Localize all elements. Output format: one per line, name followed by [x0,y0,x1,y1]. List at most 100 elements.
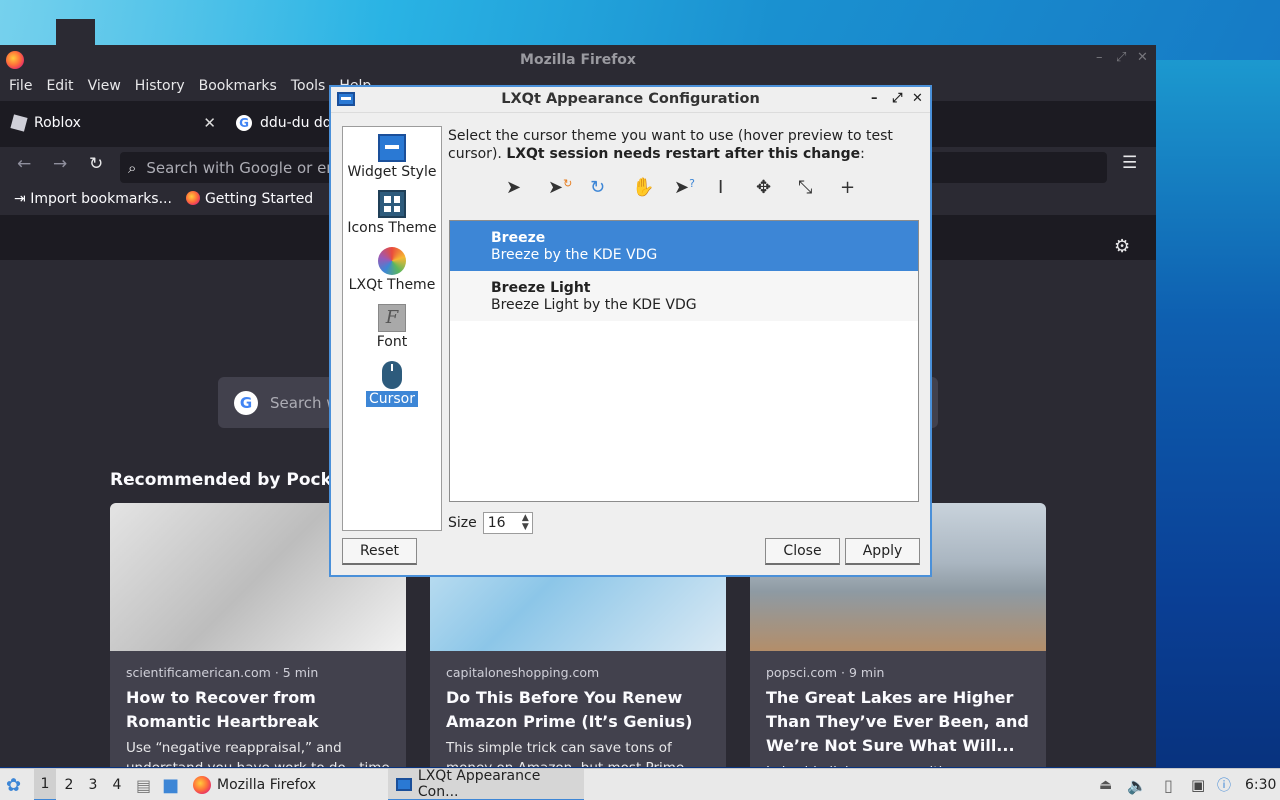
sidebar-item-lxqt-theme[interactable]: LXQt Theme [343,247,441,293]
taskbar-app-label: LXQt Appearance Con... [417,768,541,800]
settings-gear-icon[interactable]: ⚙ [1114,236,1130,257]
card-source: popsci.com · 9 min [766,665,885,680]
menu-tools[interactable]: Tools [284,75,333,101]
hamburger-menu-icon[interactable]: ☰ [1122,153,1137,173]
tab-roblox[interactable]: Roblox ✕ [6,103,220,143]
roblox-icon [10,114,28,132]
hand-cursor-icon[interactable]: ✋ [632,177,654,198]
eject-icon[interactable]: ⏏ [1099,769,1112,800]
size-value: 16 [487,515,506,531]
apply-button[interactable]: Apply [845,538,920,565]
sidebar-item-label: LXQt Theme [348,277,436,293]
import-bookmarks-label: Import bookmarks... [30,191,172,207]
size-label: Size [448,515,477,531]
taskbar-app-label: Mozilla Firefox [217,777,317,793]
theme-name: Breeze Light [491,280,591,296]
close-tab-icon[interactable]: ✕ [203,114,216,132]
url-placeholder: Search with Google or er [146,158,333,177]
show-desktop-icon[interactable]: ■ [162,769,179,800]
icons-theme-icon [378,190,406,218]
desktop-4[interactable]: 4 [106,769,128,800]
forward-arrow-icon[interactable]: → [53,154,67,174]
window-title: Mozilla Firefox [520,52,636,68]
card-source: scientificamerican.com · 5 min [126,665,319,680]
cursor-icon [382,361,402,389]
category-sidebar: Widget Style Icons Theme LXQt Theme F Fo… [342,126,442,531]
crosshair-cursor-icon[interactable]: + [840,177,855,198]
sidebar-item-label: Cursor [365,391,419,407]
firefox-small-icon [185,191,200,205]
desktop-3[interactable]: 3 [82,769,104,800]
desktop-1[interactable]: 1 [34,769,56,800]
move-cursor-icon[interactable]: ✥ [756,177,771,198]
arrow-cursor-icon[interactable]: ➤ [506,177,521,198]
size-spinbox[interactable]: 16 ▲ ▼ [482,512,533,534]
desktop-fragment [56,19,95,47]
sidebar-item-cursor[interactable]: Cursor [343,361,441,407]
taskbar: ✿ 1 2 3 4 ▤ ■ Mozilla Firefox LXQt Appea… [0,768,1280,800]
minimize-icon[interactable]: – [1096,50,1103,65]
card-headline: The Great Lakes are Higher Than They’ve … [766,688,1029,755]
description-prefix: cursor). [448,146,507,162]
dialog-title: LXQt Appearance Configuration [501,91,760,107]
clock[interactable]: 6:30 [1245,769,1276,800]
main-menu-icon[interactable]: ✿ [6,769,21,800]
menu-edit[interactable]: Edit [39,75,80,101]
wait-cursor-icon[interactable]: ↻ [590,177,605,198]
sidebar-item-label: Widget Style [347,164,437,180]
menu-history[interactable]: History [128,75,192,101]
widget-style-icon [378,134,406,162]
menu-view[interactable]: View [81,75,128,101]
card-excerpt: Lakeside living comes with a new [750,758,1046,767]
firefox-logo-icon [193,776,211,794]
menu-file[interactable]: File [2,75,39,101]
cursor-description: Select the cursor theme you want to use … [448,127,908,163]
getting-started-label: Getting Started [204,191,314,207]
reload-icon[interactable]: ↻ [89,154,103,174]
card-excerpt: Use “negative reappraisal,” and understa… [126,740,390,767]
close-icon[interactable]: ✕ [912,91,923,106]
maximize-icon[interactable]: ⤢ [892,91,902,106]
cursor-theme-list[interactable]: Breeze Breeze by the KDE VDG Breeze Ligh… [449,220,919,502]
description-suffix: : [860,146,865,162]
google-icon: G [236,115,252,131]
back-arrow-icon[interactable]: ← [17,154,31,174]
clipboard-icon[interactable]: ▯ [1164,769,1173,800]
theme-description: Breeze Light by the KDE VDG [491,297,697,313]
tab-label: Roblox [34,115,81,131]
card-headline: How to Recover from Romantic Heartbreak [126,688,319,731]
tab-ddu-du[interactable]: G ddu-du dd [236,103,336,143]
list-item[interactable]: Breeze Light Breeze Light by the KDE VDG [450,271,918,321]
help-cursor-icon[interactable]: ➤? [674,177,695,198]
close-icon[interactable]: ✕ [1137,50,1148,65]
pocket-heading: Recommended by Pocket [110,470,352,490]
network-icon[interactable]: ▣ [1191,769,1205,800]
menu-bookmarks[interactable]: Bookmarks [192,75,284,101]
appearance-app-icon [396,777,412,791]
file-manager-icon[interactable]: ▤ [136,769,151,800]
description-line-1: Select the cursor theme you want to use … [448,128,893,144]
sidebar-item-font[interactable]: F Font [343,304,441,350]
getting-started-bookmark[interactable]: Getting Started [185,191,314,207]
taskbar-app-firefox[interactable]: Mozilla Firefox [193,769,383,800]
sidebar-item-icons-theme[interactable]: Icons Theme [343,190,441,236]
taskbar-app-appearance[interactable]: LXQt Appearance Con... [388,768,584,800]
busy-arrow-cursor-icon[interactable]: ➤ ↻ [548,177,572,198]
maximize-icon[interactable]: ⤢ [1116,50,1126,65]
sidebar-item-widget-style[interactable]: Widget Style [343,134,441,180]
search-icon: ⌕ [128,158,137,177]
firefox-titlebar: Mozilla Firefox – ⤢ ✕ [0,45,1156,75]
spin-arrows-icon[interactable]: ▲ ▼ [522,514,532,532]
minimize-icon[interactable]: – [871,91,878,106]
text-cursor-icon[interactable]: I [718,177,723,198]
desktop-2[interactable]: 2 [58,769,80,800]
close-button[interactable]: Close [765,538,840,565]
volume-icon[interactable]: 🔈 [1127,769,1147,800]
notification-icon[interactable]: ⓘ [1217,769,1231,800]
reset-button[interactable]: Reset [342,538,417,565]
google-icon: G [234,390,258,415]
import-icon: ⇥ [14,191,31,207]
diagonal-resize-cursor-icon[interactable]: ⤡ [798,177,812,198]
import-bookmarks[interactable]: ⇥ Import bookmarks... [14,191,172,207]
list-item[interactable]: Breeze Breeze by the KDE VDG [450,221,918,271]
